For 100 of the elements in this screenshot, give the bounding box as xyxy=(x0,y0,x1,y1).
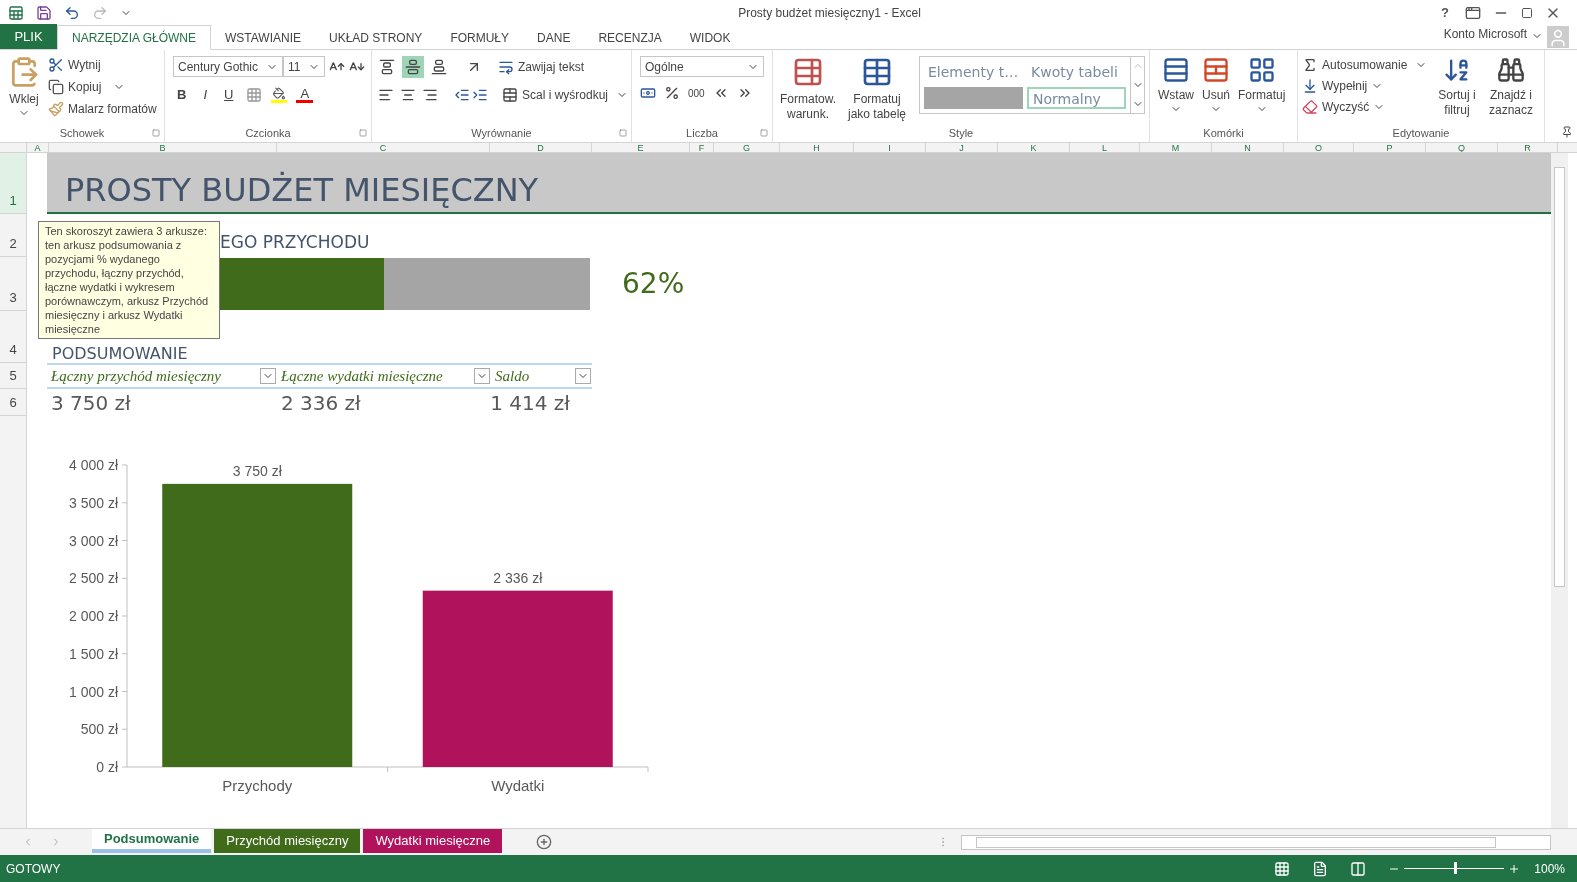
cells-icon[interactable] xyxy=(1202,56,1230,84)
page-break-icon[interactable] xyxy=(1350,860,1367,877)
table-icon[interactable] xyxy=(861,56,893,88)
column-header[interactable]: J xyxy=(959,143,964,152)
ribbon-tab[interactable]: RECENZJA xyxy=(584,25,676,50)
banknote-icon[interactable] xyxy=(640,85,656,101)
file-tab[interactable]: PLIK xyxy=(0,24,57,49)
ribbon-tab[interactable]: WSTAWIANIE xyxy=(211,25,315,50)
fill-button[interactable]: Wypełnij xyxy=(1302,77,1432,95)
italic-button[interactable]: I xyxy=(199,85,211,105)
paint-bucket-icon[interactable] xyxy=(271,86,288,103)
bold-button[interactable]: B xyxy=(173,85,191,105)
grid-icon[interactable] xyxy=(1247,56,1276,84)
column-header[interactable]: O xyxy=(1315,143,1322,152)
column-header[interactable]: P xyxy=(1386,143,1393,152)
sheet-tab[interactable]: Przychód miesięczny xyxy=(214,829,361,853)
column-header[interactable]: B xyxy=(159,143,166,152)
merge-center-button[interactable]: Scal i wyśrodkuj xyxy=(502,86,629,104)
format-as-table-button[interactable]: Formatuj jako tabelę xyxy=(839,56,915,124)
wrap-text-button[interactable]: Zawijaj tekst xyxy=(498,58,585,76)
paste-button[interactable]: Wklej xyxy=(4,56,44,124)
delete-button[interactable]: Usuń xyxy=(1198,56,1234,124)
align-left-icon[interactable] xyxy=(378,87,394,103)
number-format-dropdown[interactable]: Ogólne xyxy=(640,56,764,77)
borders-icon[interactable] xyxy=(246,86,263,103)
underline-button[interactable]: U xyxy=(220,85,238,105)
sheet-tab[interactable]: Wydatki miesięczne xyxy=(363,829,503,853)
sigma-icon[interactable] xyxy=(1302,57,1318,73)
style-option[interactable]: Kwoty tabeli xyxy=(1027,61,1126,83)
column-header[interactable]: A xyxy=(34,143,41,152)
font-size-dropdown[interactable]: 11 xyxy=(283,56,325,77)
wrap-text-icon[interactable] xyxy=(498,59,514,75)
vertical-scrollbar[interactable] xyxy=(1551,153,1568,828)
eraser-icon[interactable] xyxy=(1302,99,1318,115)
page-layout-icon[interactable] xyxy=(1312,860,1329,877)
ribbon-tab[interactable]: DANE xyxy=(523,25,585,50)
style-option[interactable]: Normalny xyxy=(1027,87,1126,109)
vertical-align-button[interactable] xyxy=(402,56,424,78)
thousands-button[interactable]: 000 xyxy=(688,85,705,101)
horizontal-scrollbar[interactable] xyxy=(961,834,1551,850)
ribbon-tab[interactable]: NARZĘDZIA GŁÓWNE xyxy=(57,25,211,50)
ribbon-tab[interactable]: UKŁAD STRONY xyxy=(315,25,437,50)
table-icon[interactable] xyxy=(792,56,824,88)
column-header[interactable]: C xyxy=(379,143,387,152)
rows-icon[interactable] xyxy=(1162,56,1190,84)
row-header[interactable]: 1 xyxy=(9,190,17,213)
undo-icon[interactable] xyxy=(64,4,80,21)
autosum-button[interactable]: Autosumowanie xyxy=(1302,56,1432,74)
row-header[interactable]: 2 xyxy=(9,233,17,256)
ribbon-tab[interactable]: FORMUŁY xyxy=(436,25,524,50)
merge-cells-icon[interactable] xyxy=(502,87,518,103)
style-swatch[interactable] xyxy=(924,87,1023,109)
find-select-button[interactable]: Znajdź i zaznacz xyxy=(1482,56,1540,124)
column-header[interactable]: Q xyxy=(1458,143,1465,152)
pin-icon[interactable] xyxy=(1561,126,1573,138)
column-header[interactable]: H xyxy=(813,143,820,152)
clear-button[interactable]: Wyczyść xyxy=(1302,98,1432,116)
style-option[interactable]: Elementy t… xyxy=(924,61,1023,83)
font-family-dropdown[interactable]: Century Gothic xyxy=(173,56,283,77)
cut-button[interactable]: Wytnij xyxy=(48,56,157,74)
row-header[interactable]: 5 xyxy=(9,365,17,388)
column-header[interactable]: L xyxy=(1102,143,1107,152)
maximize-icon[interactable] xyxy=(1521,6,1533,19)
align-right-icon[interactable] xyxy=(422,87,438,103)
column-header[interactable]: D xyxy=(537,143,544,152)
row-header[interactable]: 6 xyxy=(9,392,17,415)
down-arrow-icon[interactable] xyxy=(1302,78,1318,94)
column-header[interactable]: E xyxy=(637,143,644,152)
insert-button[interactable]: Wstaw xyxy=(1154,56,1198,124)
binoculars-icon[interactable] xyxy=(1497,56,1525,84)
percent-icon[interactable] xyxy=(664,85,680,101)
decrease-indent-icon[interactable] xyxy=(454,87,470,103)
save-icon[interactable] xyxy=(36,4,52,21)
conditional-format-button[interactable]: Formatow. warunk. xyxy=(777,56,839,124)
column-header[interactable]: F xyxy=(698,143,705,152)
increase-indent-icon[interactable] xyxy=(472,87,488,103)
column-header[interactable]: R xyxy=(1524,143,1531,152)
row-header[interactable]: 3 xyxy=(9,287,17,310)
font-color-button[interactable]: A xyxy=(296,86,314,103)
account-name[interactable]: Konto Microsoft xyxy=(1443,25,1527,43)
normal-view-icon[interactable] xyxy=(1274,860,1291,877)
ribbon-display-icon[interactable] xyxy=(1465,4,1481,21)
copy-button[interactable]: Kopiuj xyxy=(48,78,157,96)
help-button[interactable]: ? xyxy=(1437,2,1453,23)
paintbrush-icon[interactable] xyxy=(48,101,64,117)
ribbon-tab[interactable]: WIDOK xyxy=(675,25,745,50)
column-header[interactable]: N xyxy=(1244,143,1251,152)
zoom-thumb[interactable] xyxy=(1454,862,1458,874)
add-sheet-icon[interactable] xyxy=(536,834,553,850)
zoom-level[interactable]: 100% xyxy=(1534,859,1565,878)
column-header[interactable]: I xyxy=(888,143,891,152)
format-button[interactable]: Formatuj xyxy=(1234,56,1290,124)
format-painter-button[interactable]: Malarz formatów xyxy=(48,100,157,118)
sheet-tab[interactable]: Podsumowanie xyxy=(92,829,212,853)
align-center-icon[interactable] xyxy=(400,87,416,103)
zoom-in-icon[interactable] xyxy=(1508,862,1521,875)
column-header[interactable]: K xyxy=(1030,143,1037,152)
scissors-icon[interactable] xyxy=(48,57,64,73)
column-header[interactable]: G xyxy=(743,143,750,152)
copy-icon[interactable] xyxy=(48,79,64,95)
